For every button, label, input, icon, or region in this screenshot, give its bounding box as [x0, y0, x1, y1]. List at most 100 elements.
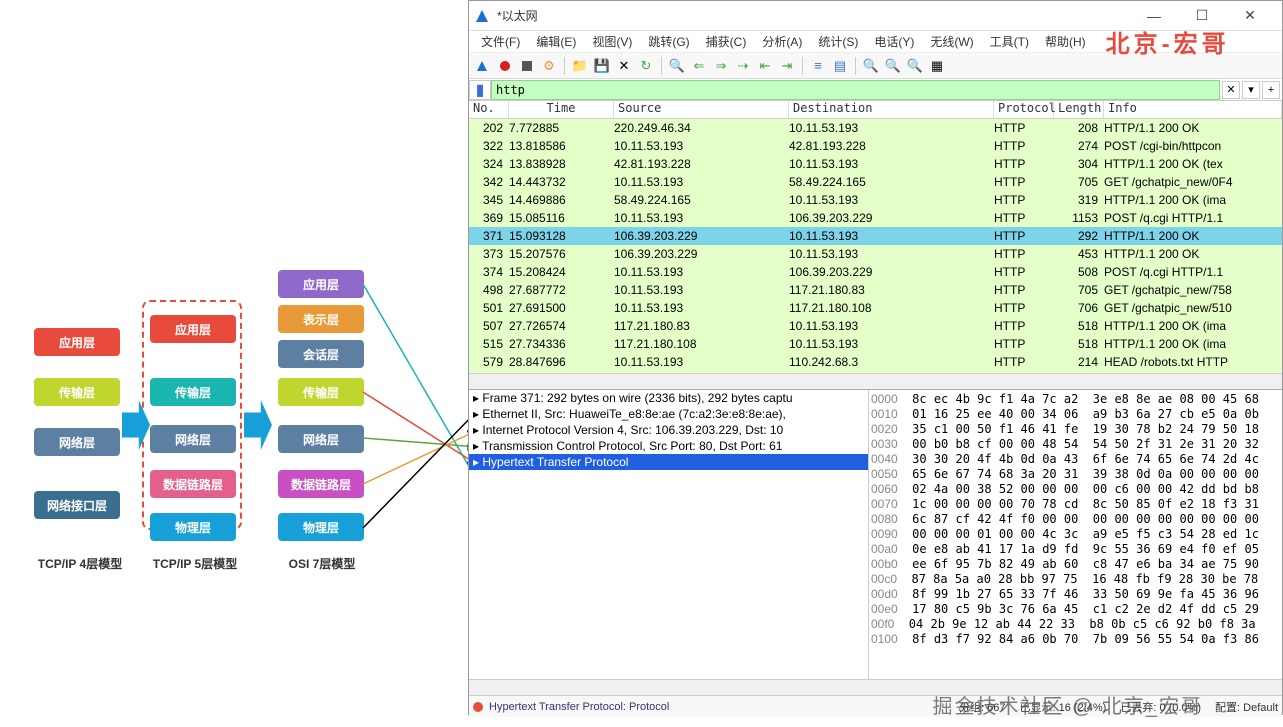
tree-item[interactable]: ▸ Ethernet II, Src: HuaweiTe_e8:8e:ae (7… [469, 406, 868, 422]
zoom-in-icon[interactable]: 🔍 [861, 56, 881, 76]
menu-bar: 文件(F) 编辑(E) 视图(V) 跳转(G) 捕获(C) 分析(A) 统计(S… [469, 31, 1282, 53]
apply-filter-icon[interactable]: ▾ [1242, 81, 1260, 99]
hex-dump[interactable]: 0000 8c ec 4b 9c f1 4a 7c a2 3e e8 8e ae… [869, 390, 1282, 679]
table-row[interactable]: 51527.734336117.21.180.10810.11.53.193HT… [469, 335, 1282, 353]
box-net7: 网络层 [278, 425, 364, 453]
box-trans5: 传输层 [150, 378, 236, 406]
menu-go[interactable]: 跳转(G) [640, 33, 697, 50]
box-net5: 网络层 [150, 425, 236, 453]
wireshark-window: *以太网 — ☐ ✕ 文件(F) 编辑(E) 视图(V) 跳转(G) 捕获(C)… [468, 0, 1283, 715]
status-profile[interactable]: 配置: Default [1215, 699, 1278, 715]
add-filter-icon[interactable]: + [1262, 81, 1280, 99]
box-app7: 应用层 [278, 270, 364, 298]
col-info[interactable]: Info [1104, 101, 1282, 118]
box-trans4: 传输层 [34, 378, 120, 406]
box-net4: 网络层 [34, 428, 120, 456]
box-pres7: 表示层 [278, 305, 364, 333]
table-row[interactable]: 57928.84769610.11.53.193110.242.68.3HTTP… [469, 353, 1282, 371]
box-phy7: 物理层 [278, 513, 364, 541]
menu-telephony[interactable]: 电话(Y) [866, 33, 922, 50]
box-app4: 应用层 [34, 328, 120, 356]
packet-list-header: No. Time Source Destination Protocol Len… [469, 101, 1282, 119]
menu-view[interactable]: 视图(V) [584, 33, 640, 50]
menu-stats[interactable]: 统计(S) [810, 33, 866, 50]
app-icon [475, 8, 491, 24]
tree-item[interactable]: ▸ Transmission Control Protocol, Src Por… [469, 438, 868, 454]
open-icon[interactable]: 📁 [570, 56, 590, 76]
box-app5: 应用层 [150, 315, 236, 343]
table-row[interactable]: 34514.46988658.49.224.16510.11.53.193HTT… [469, 191, 1282, 209]
next-icon[interactable]: ⇒ [711, 56, 731, 76]
find-icon[interactable]: 🔍 [667, 56, 687, 76]
packet-scrollbar[interactable] [469, 373, 1282, 389]
tree-item[interactable]: ▸ Frame 371: 292 bytes on wire (2336 bit… [469, 390, 868, 406]
network-model-diagram: 应用层 传输层 网络层 网络接口层 应用层 传输层 网络层 数据链路层 物理层 … [10, 250, 430, 590]
arrow2 [244, 400, 272, 450]
menu-file[interactable]: 文件(F) [473, 33, 528, 50]
filter-bar: ▮ ✕ ▾ + [469, 79, 1282, 101]
last-icon[interactable]: ⇥ [777, 56, 797, 76]
reload-icon[interactable]: ↻ [636, 56, 656, 76]
menu-tools[interactable]: 工具(T) [982, 33, 1037, 50]
start-capture-icon[interactable] [473, 56, 493, 76]
box-link5: 数据链路层 [150, 470, 236, 498]
display-filter-input[interactable] [491, 80, 1220, 100]
box-phy5: 物理层 [150, 513, 236, 541]
tree-item[interactable]: ▸ Internet Protocol Version 4, Src: 106.… [469, 422, 868, 438]
table-row[interactable]: 32413.83892842.81.193.22810.11.53.193HTT… [469, 155, 1282, 173]
box-iface4: 网络接口层 [34, 491, 120, 519]
label-4: TCP/IP 4层模型 [30, 555, 130, 572]
table-row[interactable]: 36915.08511610.11.53.193106.39.203.229HT… [469, 209, 1282, 227]
col-proto[interactable]: Protocol [994, 101, 1054, 118]
clear-filter-icon[interactable]: ✕ [1222, 81, 1240, 99]
table-row[interactable]: 50727.726574117.21.180.8310.11.53.193HTT… [469, 317, 1282, 335]
col-dest[interactable]: Destination [789, 101, 994, 118]
packet-tree[interactable]: ▸ Frame 371: 292 bytes on wire (2336 bit… [469, 390, 869, 679]
prev-icon[interactable]: ⇐ [689, 56, 709, 76]
box-sess7: 会话层 [278, 340, 364, 368]
zoom-reset-icon[interactable]: 🔍 [905, 56, 925, 76]
box-link7: 数据链路层 [278, 470, 364, 498]
window-title: *以太网 [497, 7, 1128, 24]
zoom-out-icon[interactable]: 🔍 [883, 56, 903, 76]
jump-icon[interactable]: ⇢ [733, 56, 753, 76]
autoscroll-icon[interactable]: ≡ [808, 56, 828, 76]
tree-item[interactable]: ▸ Hypertext Transfer Protocol [469, 454, 868, 470]
table-row[interactable]: 37315.207576106.39.203.22910.11.53.193HT… [469, 245, 1282, 263]
menu-analyze[interactable]: 分析(A) [754, 33, 810, 50]
label-7: OSI 7层模型 [272, 555, 372, 572]
stop-capture-icon[interactable] [495, 56, 515, 76]
table-row[interactable]: 2027.772885220.249.46.3410.11.53.193HTTP… [469, 119, 1282, 137]
expert-info-icon[interactable] [473, 702, 483, 712]
save-icon[interactable]: 💾 [592, 56, 612, 76]
table-row[interactable]: 37415.20842410.11.53.193106.39.203.229HT… [469, 263, 1282, 281]
close-file-icon[interactable]: ✕ [614, 56, 634, 76]
col-len[interactable]: Length [1054, 101, 1104, 118]
col-no[interactable]: No. [469, 101, 509, 118]
colorize-icon[interactable]: ▤ [830, 56, 850, 76]
menu-wireless[interactable]: 无线(W) [922, 33, 981, 50]
first-icon[interactable]: ⇤ [755, 56, 775, 76]
watermark-bottom: 掘金技术社区 @ 北京_宏哥 [932, 690, 1203, 719]
table-row[interactable]: 50127.69150010.11.53.193117.21.180.108HT… [469, 299, 1282, 317]
resize-cols-icon[interactable]: ▦ [927, 56, 947, 76]
col-source[interactable]: Source [614, 101, 789, 118]
details-pane: ▸ Frame 371: 292 bytes on wire (2336 bit… [469, 389, 1282, 679]
table-row[interactable]: 34214.44373210.11.53.19358.49.224.165HTT… [469, 173, 1282, 191]
watermark-top: 北京-宏哥 [1094, 24, 1242, 59]
menu-help[interactable]: 帮助(H) [1037, 33, 1094, 50]
restart-capture-icon[interactable] [517, 56, 537, 76]
col-time[interactable]: Time [509, 101, 614, 118]
label-5: TCP/IP 5层模型 [145, 555, 245, 572]
table-row[interactable]: 58128.858703110.242.68.310.11.53.193HTTP… [469, 371, 1282, 373]
box-trans7: 传输层 [278, 378, 364, 406]
status-text: Hypertext Transfer Protocol: Protocol [489, 701, 669, 713]
menu-capture[interactable]: 捕获(C) [698, 33, 755, 50]
table-row[interactable]: 49827.68777210.11.53.193117.21.180.83HTT… [469, 281, 1282, 299]
table-row[interactable]: 32213.81858610.11.53.19342.81.193.228HTT… [469, 137, 1282, 155]
menu-edit[interactable]: 编辑(E) [528, 33, 584, 50]
table-row[interactable]: 37115.093128106.39.203.22910.11.53.193HT… [469, 227, 1282, 245]
options-icon[interactable]: ⚙ [539, 56, 559, 76]
bookmark-icon[interactable]: ▮ [469, 80, 491, 100]
packet-list[interactable]: No. Time Source Destination Protocol Len… [469, 101, 1282, 373]
